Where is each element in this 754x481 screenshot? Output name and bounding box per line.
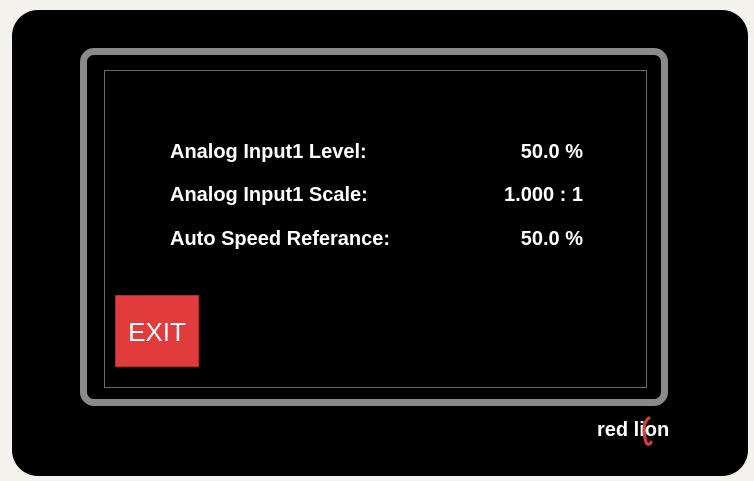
logo-text: red lion — [597, 419, 670, 441]
auto-speed-reference-row: Auto Speed Referance: 50.0 % — [105, 224, 646, 254]
exit-button[interactable]: EXIT — [115, 295, 199, 367]
red-lion-logo: red lion — [597, 416, 670, 446]
analog-input1-scale-label: Analog Input1 Scale: — [170, 184, 368, 206]
analog-input1-level-label: Analog Input1 Level: — [170, 141, 367, 163]
analog-input1-level-row: Analog Input1 Level: 50.0 % — [105, 137, 646, 167]
analog-input1-level-value: 50.0 % — [520, 141, 583, 163]
auto-speed-reference-label: Auto Speed Referance: — [170, 228, 391, 250]
auto-speed-reference-value: 50.0 % — [520, 228, 583, 250]
analog-input1-scale-row: Analog Input1 Scale: 1.000 : 1 — [105, 180, 646, 210]
analog-input1-scale-value: 1.000 : 1 — [504, 184, 583, 206]
